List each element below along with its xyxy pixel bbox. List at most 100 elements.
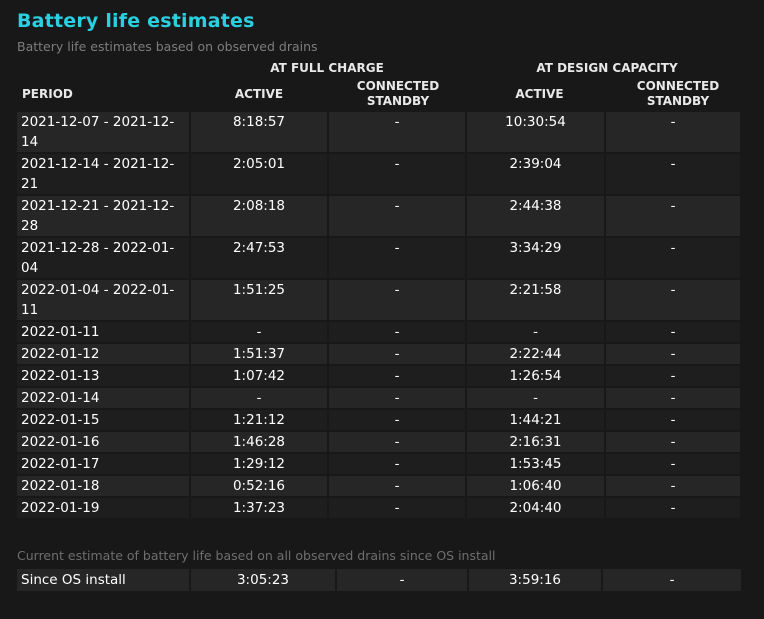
column-header-standby-design: CONNECTED STANDBY xyxy=(611,79,745,109)
period-cell: 2022-01-04 - 2022-01-11 xyxy=(17,280,189,320)
table-row: 2022-01-19 1:37:23-2:04:40- xyxy=(17,498,740,518)
group-header-design-capacity: AT DESIGN CAPACITY xyxy=(536,61,678,75)
table-row: 2022-01-04 - 2022-01-11 1:51:25-2:21:58- xyxy=(17,280,740,320)
active-design-cell: 1:44:21 xyxy=(467,410,604,430)
standby-full-cell: - xyxy=(329,388,465,408)
active-design-cell: - xyxy=(467,388,604,408)
standby-design-cell: - xyxy=(606,476,740,496)
standby-full-cell: - xyxy=(329,322,465,342)
active-design-cell: 2:22:44 xyxy=(467,344,604,364)
table-row: 2022-01-15 1:21:12-1:44:21- xyxy=(17,410,740,430)
period-cell: 2022-01-13 xyxy=(17,366,189,386)
column-header-standby-design-line2: STANDBY xyxy=(646,94,710,108)
since-install-table: Since OS install 3:05:23 - 3:59:16 - xyxy=(15,569,743,591)
period-cell: 2022-01-15 xyxy=(17,410,189,430)
period-cell: 2021-12-21 - 2021-12-28 xyxy=(17,196,189,236)
standby-full-cell: - xyxy=(329,454,465,474)
active-full-cell: 1:07:42 xyxy=(191,366,327,386)
table-row: 2021-12-07 - 2021-12-14 8:18:57-10:30:54- xyxy=(17,112,740,152)
active-full-cell: 1:29:12 xyxy=(191,454,327,474)
standby-full-cell: - xyxy=(329,410,465,430)
standby-full-cell: - xyxy=(329,112,465,152)
active-design-cell: 3:34:29 xyxy=(467,238,604,278)
active-full-cell: - xyxy=(191,388,327,408)
active-full-cell: 8:18:57 xyxy=(191,112,327,152)
standby-full-cell: - xyxy=(329,432,465,452)
page-subtitle: Battery life estimates based on observed… xyxy=(17,39,318,54)
period-cell: 2021-12-28 - 2022-01-04 xyxy=(17,238,189,278)
table-row: 2022-01-18 0:52:16-1:06:40- xyxy=(17,476,740,496)
standby-full-cell: - xyxy=(329,498,465,518)
column-header-active-design: ACTIVE xyxy=(515,87,564,101)
column-header-standby-full-line2: STANDBY xyxy=(366,94,430,108)
active-full-cell: 1:37:23 xyxy=(191,498,327,518)
column-header-standby-full-line1: CONNECTED xyxy=(356,79,440,93)
column-header-standby-design-line1: CONNECTED xyxy=(636,79,720,93)
period-cell: 2021-12-07 - 2021-12-14 xyxy=(17,112,189,152)
standby-design-cell: - xyxy=(606,280,740,320)
standby-design-cell: - xyxy=(606,112,740,152)
standby-full-cell: - xyxy=(329,476,465,496)
standby-design-cell: - xyxy=(606,432,740,452)
table-row: Since OS install 3:05:23 - 3:59:16 - xyxy=(17,569,741,591)
standby-design-cell: - xyxy=(606,498,740,518)
period-cell: 2022-01-18 xyxy=(17,476,189,496)
standby-full-cell: - xyxy=(329,196,465,236)
since-active-full-cell: 3:05:23 xyxy=(191,569,335,591)
active-full-cell: 2:08:18 xyxy=(191,196,327,236)
since-active-design-cell: 3:59:16 xyxy=(469,569,601,591)
standby-design-cell: - xyxy=(606,238,740,278)
active-design-cell: 2:21:58 xyxy=(467,280,604,320)
active-design-cell: 2:39:04 xyxy=(467,154,604,194)
since-standby-design-cell: - xyxy=(603,569,741,591)
standby-design-cell: - xyxy=(606,196,740,236)
active-full-cell: 1:21:12 xyxy=(191,410,327,430)
group-header-full-charge: AT FULL CHARGE xyxy=(270,61,384,75)
table-row: 2022-01-17 1:29:12-1:53:45- xyxy=(17,454,740,474)
standby-design-cell: - xyxy=(606,154,740,194)
active-full-cell: 0:52:16 xyxy=(191,476,327,496)
column-header-standby-full: CONNECTED STANDBY xyxy=(330,79,466,109)
period-cell: 2022-01-14 xyxy=(17,388,189,408)
column-header-active-full: ACTIVE xyxy=(234,87,284,101)
active-full-cell: 1:51:37 xyxy=(191,344,327,364)
active-full-cell: 1:46:28 xyxy=(191,432,327,452)
active-design-cell: 1:53:45 xyxy=(467,454,604,474)
active-design-cell: 10:30:54 xyxy=(467,112,604,152)
period-cell: 2022-01-16 xyxy=(17,432,189,452)
column-header-period: PERIOD xyxy=(22,87,73,101)
period-cell: 2022-01-11 xyxy=(17,322,189,342)
table-row: 2022-01-14- - - - xyxy=(17,388,740,408)
active-design-cell: 1:06:40 xyxy=(467,476,604,496)
since-install-note: Current estimate of battery life based o… xyxy=(17,548,496,563)
since-standby-full-cell: - xyxy=(337,569,467,591)
table-row: 2021-12-14 - 2021-12-21 2:05:01-2:39:04- xyxy=(17,154,740,194)
active-full-cell: - xyxy=(191,322,327,342)
standby-design-cell: - xyxy=(606,344,740,364)
since-period-cell: Since OS install xyxy=(17,569,189,591)
standby-design-cell: - xyxy=(606,454,740,474)
standby-full-cell: - xyxy=(329,154,465,194)
estimates-table: 2021-12-07 - 2021-12-14 8:18:57-10:30:54-… xyxy=(15,110,742,520)
active-design-cell: - xyxy=(467,322,604,342)
page-title: Battery life estimates xyxy=(17,10,255,32)
table-row: 2021-12-28 - 2022-01-04 2:47:53-3:34:29- xyxy=(17,238,740,278)
standby-full-cell: - xyxy=(329,344,465,364)
standby-design-cell: - xyxy=(606,410,740,430)
active-design-cell: 2:04:40 xyxy=(467,498,604,518)
active-design-cell: 1:26:54 xyxy=(467,366,604,386)
table-row: 2021-12-21 - 2021-12-28 2:08:18-2:44:38- xyxy=(17,196,740,236)
standby-full-cell: - xyxy=(329,280,465,320)
table-row: 2022-01-13 1:07:42-1:26:54- xyxy=(17,366,740,386)
active-full-cell: 2:05:01 xyxy=(191,154,327,194)
period-cell: 2021-12-14 - 2021-12-21 xyxy=(17,154,189,194)
active-full-cell: 1:51:25 xyxy=(191,280,327,320)
standby-design-cell: - xyxy=(606,366,740,386)
period-cell: 2022-01-17 xyxy=(17,454,189,474)
table-row: 2022-01-12 1:51:37-2:22:44- xyxy=(17,344,740,364)
active-design-cell: 2:44:38 xyxy=(467,196,604,236)
period-cell: 2022-01-19 xyxy=(17,498,189,518)
active-full-cell: 2:47:53 xyxy=(191,238,327,278)
standby-full-cell: - xyxy=(329,366,465,386)
table-row: 2022-01-11- - - - xyxy=(17,322,740,342)
